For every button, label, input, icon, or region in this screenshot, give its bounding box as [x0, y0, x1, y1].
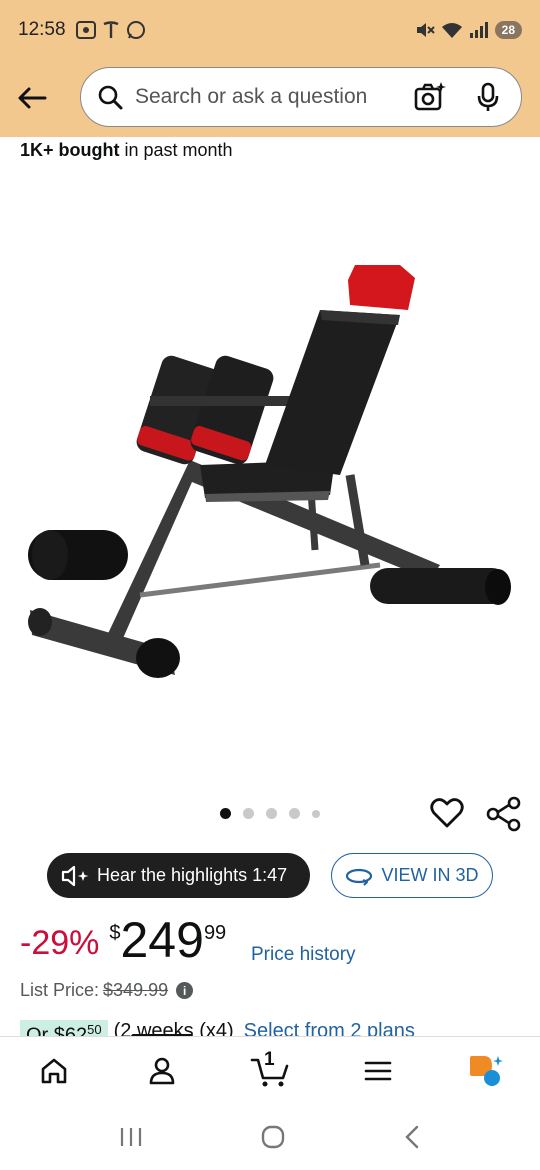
voice-search-button[interactable] [471, 80, 505, 114]
whatsapp-icon [126, 21, 145, 39]
discount-percent: -29% [20, 924, 100, 962]
list-price-value: $349.99 [103, 980, 169, 1000]
wifi-icon [441, 23, 462, 38]
rotate-3d-icon [346, 868, 373, 886]
signal-icon [469, 22, 488, 38]
bought-count-bold: 1K+ bought [20, 140, 120, 160]
nav-rufus[interactable] [432, 1037, 540, 1104]
carousel-dot[interactable] [289, 808, 300, 819]
carousel-dot-active[interactable] [220, 808, 231, 819]
rufus-icon [470, 1055, 503, 1086]
carousel-dot[interactable] [266, 808, 277, 819]
search-input[interactable] [135, 85, 413, 109]
home-icon [41, 1058, 67, 1083]
share-button[interactable] [486, 796, 522, 832]
wishlist-button[interactable] [430, 796, 464, 830]
camera-sparkle-icon [414, 82, 446, 111]
search-bar[interactable] [80, 67, 522, 127]
menu-icon [364, 1061, 392, 1080]
carousel-dot[interactable] [243, 808, 254, 819]
back-button[interactable] [14, 80, 50, 116]
system-navigation [0, 1104, 540, 1170]
select-plans-link[interactable]: Select from 2 plans [244, 1020, 415, 1036]
back-system-icon[interactable] [402, 1124, 422, 1150]
bought-count: 1K+ bought in past month [20, 140, 233, 161]
view-in-3d-label: VIEW IN 3D [381, 865, 479, 885]
microphone-icon [477, 82, 499, 111]
bottom-nav: 1 [0, 1036, 540, 1104]
app-header [0, 60, 540, 137]
price-currency: $ [109, 922, 121, 944]
bought-count-rest: in past month [119, 140, 233, 160]
installment-offer: Or $6250 (2 weeks (x4) Select from 2 pla… [0, 1014, 540, 1036]
cart-count: 1 [264, 1049, 275, 1070]
price-block: -29% $ 249 99 [20, 912, 226, 972]
nav-cart[interactable]: 1 [216, 1037, 324, 1104]
price-fraction: 99 [203, 922, 227, 944]
price-history-link[interactable]: Price history [251, 944, 356, 966]
heart-icon [430, 798, 464, 828]
status-bar: 12:58 28 [0, 0, 540, 60]
speaker-sparkle-icon [61, 865, 89, 886]
nav-menu[interactable] [324, 1037, 432, 1104]
search-icon [98, 85, 123, 110]
price-whole: 249 [120, 912, 204, 968]
recents-icon[interactable] [118, 1125, 144, 1149]
weight-bench-image [28, 265, 511, 678]
account-icon [149, 1057, 175, 1084]
list-price: List Price: $349.99 i [20, 980, 194, 1001]
camera-search-button[interactable] [413, 80, 447, 114]
view-in-3d-button[interactable]: VIEW IN 3D [331, 853, 493, 898]
mute-icon [416, 23, 435, 37]
share-icon [486, 796, 521, 832]
screenshot-icon [75, 21, 96, 39]
carousel-dot[interactable] [312, 809, 320, 818]
image-carousel-dots[interactable] [220, 808, 320, 819]
hear-highlights-label: Hear the highlights 1:47 [97, 865, 288, 885]
product-image[interactable] [20, 250, 520, 690]
info-icon[interactable]: i [176, 982, 194, 999]
status-time: 12:58 [18, 19, 66, 40]
nav-account[interactable] [108, 1037, 216, 1104]
home-system-icon[interactable] [260, 1124, 286, 1150]
hear-highlights-button[interactable]: Hear the highlights 1:47 [47, 853, 310, 898]
back-arrow-icon [18, 87, 47, 109]
nav-home[interactable] [0, 1037, 108, 1104]
list-price-label: List Price: [20, 980, 100, 1000]
installment-amount: Or $6250 [20, 1020, 108, 1036]
tesla-icon [103, 21, 119, 38]
battery-indicator: 28 [494, 21, 522, 39]
